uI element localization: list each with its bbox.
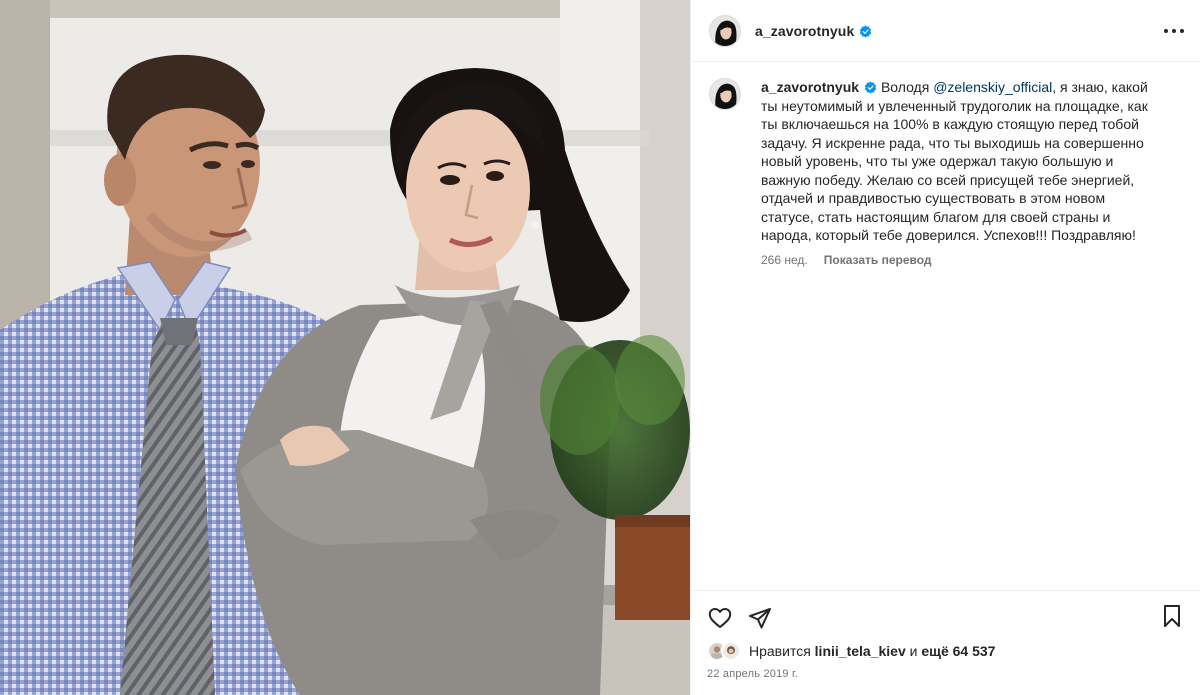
likes-prefix: Нравится xyxy=(749,643,815,659)
caption-text-after: , я знаю, какой ты неутомимый и увлеченн… xyxy=(761,79,1148,243)
liker-avatar xyxy=(721,641,741,661)
caption-age[interactable]: 266 нед. xyxy=(761,253,808,267)
likes-summary[interactable]: Нравится linii_tela_kiev и ещё 64 537 xyxy=(707,640,1185,662)
likes-middle: и xyxy=(905,643,922,659)
caption-meta: 266 нед. Показать перевод xyxy=(761,253,1161,267)
caption-text: a_zavorotnyuk Володя @zelenskiy_official… xyxy=(761,78,1161,245)
verified-badge-icon xyxy=(860,24,872,38)
caption-avatar[interactable] xyxy=(709,78,741,110)
post-image xyxy=(0,0,690,695)
liker-username[interactable]: linii_tela_kiev xyxy=(815,643,906,659)
share-button[interactable] xyxy=(747,605,773,631)
author-username[interactable]: a_zavorotnyuk xyxy=(755,23,872,39)
like-button[interactable] xyxy=(707,605,733,631)
post-header: a_zavorotnyuk xyxy=(691,0,1200,62)
author-avatar[interactable] xyxy=(709,14,741,47)
caption-username[interactable]: a_zavorotnyuk xyxy=(761,79,859,95)
more-options-button[interactable] xyxy=(1161,18,1187,44)
action-icons-row xyxy=(707,591,1185,635)
caption: a_zavorotnyuk Володя @zelenskiy_official… xyxy=(709,78,1183,267)
bookmark-icon xyxy=(1164,605,1180,627)
caption-mention-link[interactable]: @zelenskiy_official xyxy=(933,79,1052,95)
save-button[interactable] xyxy=(1159,603,1185,629)
likes-text: Нравится linii_tela_kiev и ещё 64 537 xyxy=(749,643,995,659)
caption-body: a_zavorotnyuk Володя @zelenskiy_official… xyxy=(761,78,1161,267)
comments-area: a_zavorotnyuk Володя @zelenskiy_official… xyxy=(691,62,1200,267)
post-sidebar: a_zavorotnyuk a_zavorotnyuk Володя @zele… xyxy=(690,0,1200,695)
heart-outline-icon xyxy=(708,608,732,628)
post-actions: Нравится linii_tela_kiev и ещё 64 537 22… xyxy=(691,590,1200,695)
post-photo[interactable] xyxy=(0,0,690,695)
show-translation-button[interactable]: Показать перевод xyxy=(824,253,932,267)
post-date[interactable]: 22 апрель 2019 г. xyxy=(707,668,1185,680)
liker-avatars xyxy=(707,641,743,661)
caption-text-before: Володя xyxy=(880,79,934,95)
paper-plane-icon xyxy=(749,608,771,629)
likes-count[interactable]: ещё 64 537 xyxy=(921,643,995,659)
more-horizontal-icon xyxy=(1164,29,1184,33)
author-username-text[interactable]: a_zavorotnyuk xyxy=(755,23,854,39)
verified-badge-icon xyxy=(864,81,877,94)
